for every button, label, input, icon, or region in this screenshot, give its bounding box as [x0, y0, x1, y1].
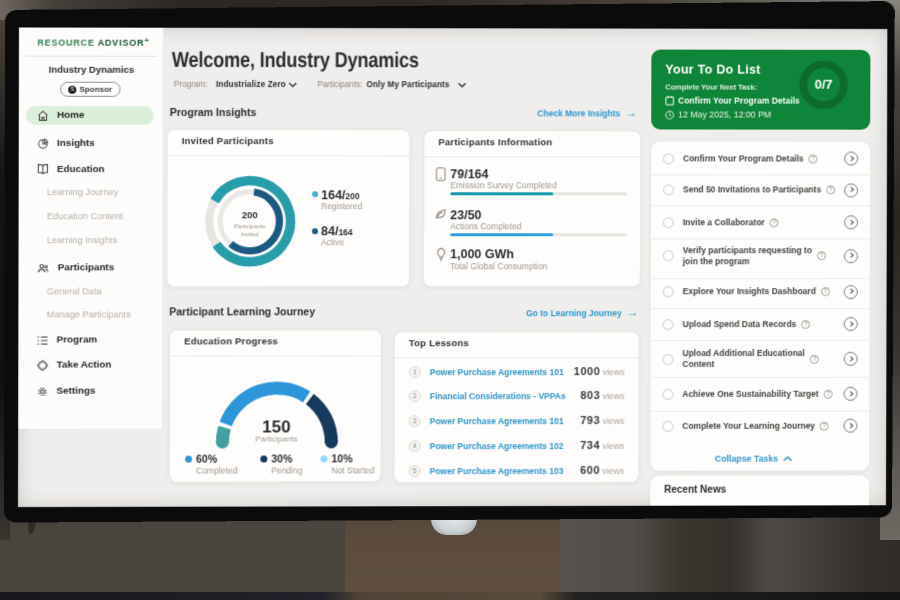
svg-text:0/7: 0/7	[814, 77, 832, 92]
svg-text:Participants: Participants	[234, 224, 265, 230]
svg-text:200: 200	[241, 211, 257, 222]
svg-text:Invited: Invited	[240, 232, 258, 238]
